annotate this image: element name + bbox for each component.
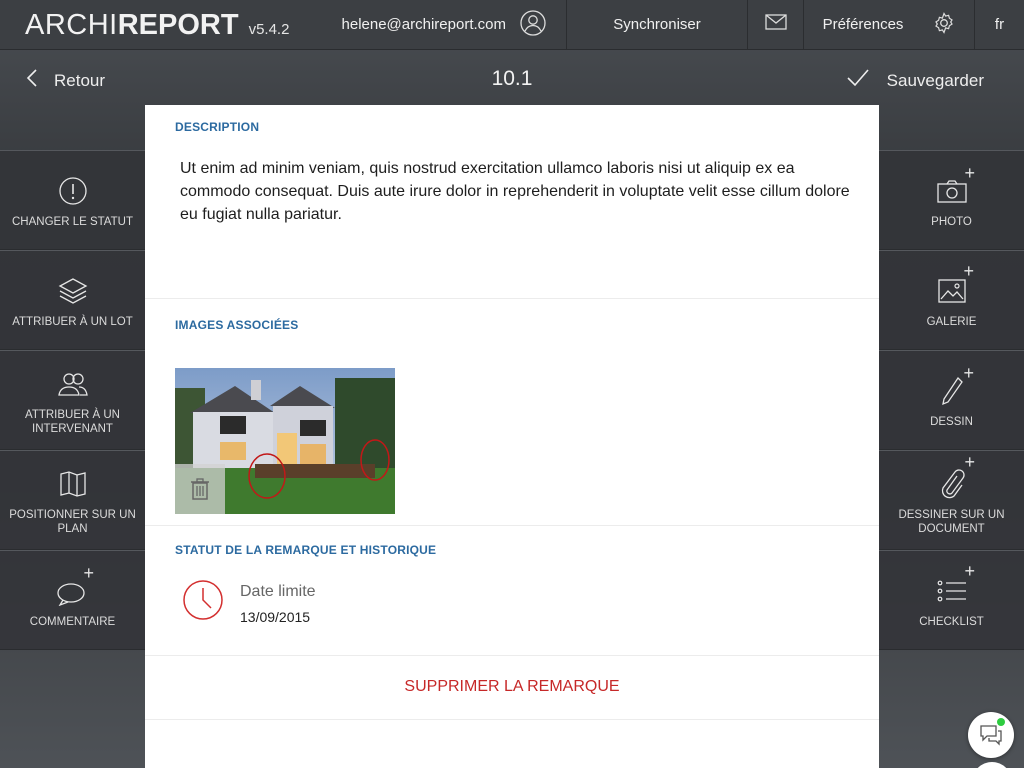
sync-label: Synchroniser	[613, 16, 701, 33]
gear-icon	[933, 11, 955, 38]
alert-circle-icon	[58, 171, 88, 211]
clock-icon	[182, 579, 224, 626]
change-status-button[interactable]: CHANGER LE STATUT	[0, 150, 145, 250]
camera-add-icon: +	[936, 163, 975, 211]
top-bar: ARCHI REPORT v5.4.2 helene@archireport.co…	[0, 0, 1024, 50]
trash-icon	[191, 478, 209, 500]
save-label: Sauvegarder	[886, 70, 984, 90]
app-version: v5.4.2	[248, 21, 290, 38]
user-account[interactable]: helene@archireport.com	[330, 0, 566, 49]
delete-remark-button[interactable]: SUPPRIMER LA REMARQUE	[145, 678, 879, 696]
mail-button[interactable]	[748, 0, 803, 49]
action-label: ATTRIBUER À UN INTERVENANT	[25, 409, 120, 435]
nav-bar: Retour 10.1 Sauvegarder	[0, 51, 1024, 109]
user-avatar-icon	[520, 9, 546, 40]
checkmark-icon	[847, 69, 869, 92]
online-status-dot	[997, 718, 1005, 726]
user-email: helene@archireport.com	[341, 16, 506, 33]
gallery-button[interactable]: + GALERIE	[879, 250, 1024, 350]
pencil-add-icon: +	[940, 363, 974, 411]
plus-icon: +	[963, 363, 975, 383]
preferences-label: Préférences	[822, 16, 904, 33]
position-on-plan-button[interactable]: POSITIONNER SUR UN PLAN	[0, 450, 145, 550]
right-action-panel: + PHOTO + GALERIE + DESSIN + DESSINER SU…	[879, 150, 1024, 650]
description-text[interactable]: Ut enim ad minim veniam, quis nostrud ex…	[180, 157, 860, 226]
users-icon	[57, 364, 89, 404]
deadline-row[interactable]: Date limite 13/09/2015	[182, 579, 316, 626]
preferences-button[interactable]: Préférences	[804, 0, 974, 49]
comment-add-icon: +	[56, 563, 94, 611]
checklist-add-icon: +	[937, 561, 975, 611]
sync-button[interactable]: Synchroniser	[567, 0, 747, 49]
assign-lot-button[interactable]: ATTRIBUER À UN LOT	[0, 250, 145, 350]
drawing-button[interactable]: + DESSIN	[879, 350, 1024, 450]
paperclip-add-icon: +	[939, 452, 975, 504]
divider	[145, 719, 879, 720]
language-selector[interactable]: fr	[975, 0, 1024, 49]
gallery-add-icon: +	[937, 261, 974, 311]
language-label: fr	[994, 16, 1005, 33]
map-icon	[59, 464, 87, 504]
comment-button[interactable]: + COMMENTAIRE	[0, 550, 145, 650]
app-logo: ARCHI REPORT v5.4.2	[0, 0, 330, 49]
divider	[145, 298, 879, 299]
action-label: DESSINER SUR UN DOCUMENT	[898, 509, 1005, 535]
action-label: COMMENTAIRE	[29, 616, 116, 628]
deadline-date: 13/09/2015	[240, 609, 311, 625]
support-chat-button[interactable]	[968, 712, 1014, 758]
divider	[145, 655, 879, 656]
plus-icon: +	[963, 261, 975, 281]
action-label: CHANGER LE STATUT	[12, 216, 133, 228]
checklist-button[interactable]: + CHECKLIST	[879, 550, 1024, 650]
deadline-label: Date limite	[240, 583, 316, 600]
save-button[interactable]: Sauvegarder	[847, 69, 984, 92]
divider	[145, 525, 879, 526]
delete-image-button[interactable]	[175, 464, 225, 514]
action-label: CHECKLIST	[919, 616, 984, 628]
plus-icon: +	[964, 452, 976, 472]
deadline-info: Date limite 13/09/2015	[240, 579, 316, 626]
assign-contractor-button[interactable]: ATTRIBUER À UN INTERVENANT	[0, 350, 145, 450]
left-action-panel: CHANGER LE STATUT ATTRIBUER À UN LOT ATT…	[0, 150, 145, 650]
brand-bold: REPORT	[117, 9, 239, 41]
action-label: ATTRIBUER À UN LOT	[12, 316, 133, 328]
brand-light: ARCHI	[25, 9, 118, 41]
associated-image-thumbnail[interactable]	[175, 368, 395, 514]
plus-icon: +	[964, 561, 976, 581]
remark-detail-sheet: DESCRIPTION Ut enim ad minim veniam, qui…	[145, 105, 879, 768]
action-label: PHOTO	[931, 216, 972, 228]
images-heading: IMAGES ASSOCIÉES	[175, 318, 299, 332]
photo-button[interactable]: + PHOTO	[879, 150, 1024, 250]
chat-icon	[980, 725, 1002, 746]
action-label: GALERIE	[926, 316, 977, 328]
plus-icon: +	[83, 563, 95, 583]
action-label: POSITIONNER SUR UN PLAN	[9, 509, 136, 535]
action-label: DESSIN	[930, 416, 973, 428]
status-history-heading: STATUT DE LA REMARQUE ET HISTORIQUE	[175, 543, 437, 557]
plus-icon: +	[964, 163, 976, 183]
draw-on-document-button[interactable]: + DESSINER SUR UN DOCUMENT	[879, 450, 1024, 550]
mail-icon	[764, 14, 787, 35]
layers-icon	[58, 271, 88, 311]
secondary-floating-button[interactable]	[972, 762, 1012, 768]
description-heading: DESCRIPTION	[175, 120, 260, 134]
